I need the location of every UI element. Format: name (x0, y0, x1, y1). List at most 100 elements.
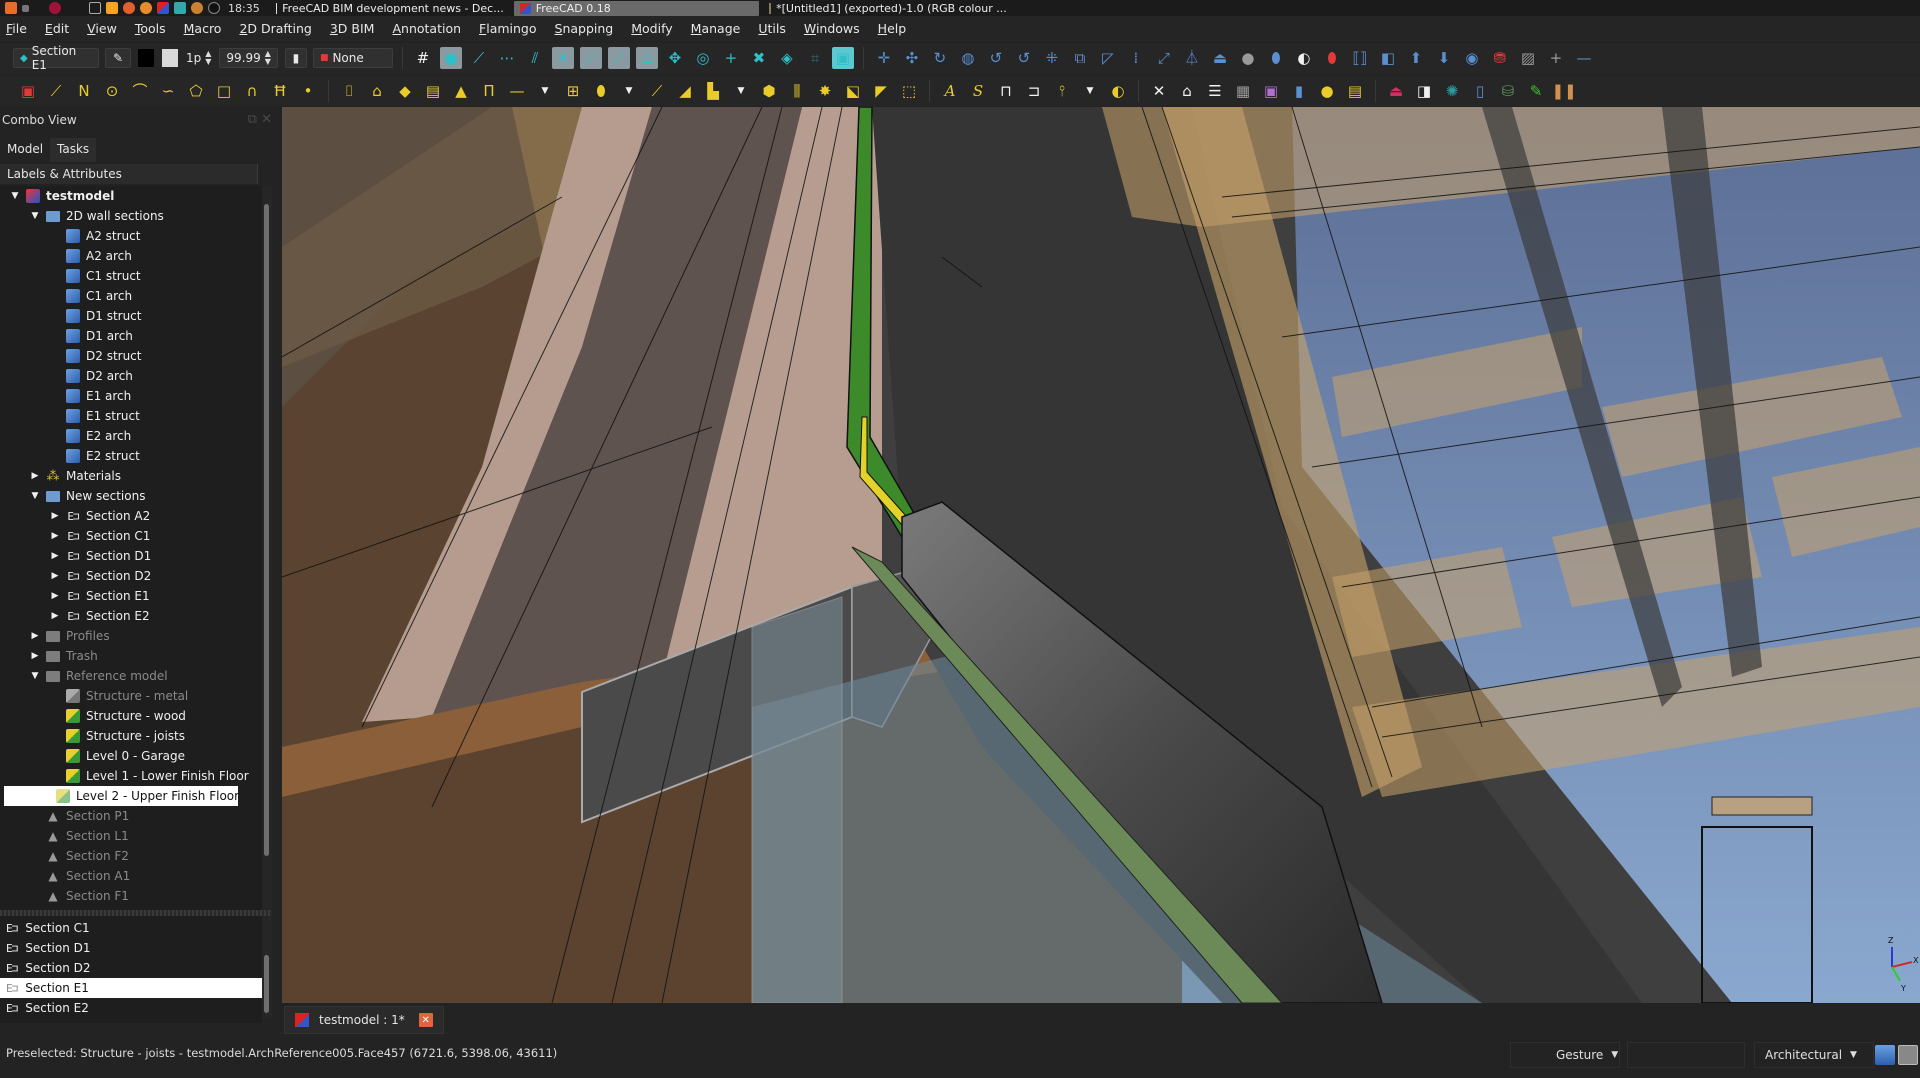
inkscape-icon[interactable] (174, 2, 186, 14)
snap-intersection-icon[interactable]: ✕ (551, 47, 574, 69)
snap-endpoint-icon[interactable]: ⟋ (468, 47, 490, 69)
snap-lock-icon[interactable]: ● (439, 47, 462, 69)
beam-icon[interactable]: — (506, 80, 528, 102)
tree-item[interactable]: ▶ E⊐ Section E1 (0, 586, 262, 606)
float-panel-icon[interactable]: ⧉ (248, 112, 257, 127)
bspline-icon[interactable]: ∽ (157, 80, 179, 102)
tree-item[interactable]: ▶ Trash (0, 646, 262, 666)
tree-item[interactable]: D2 arch (0, 366, 262, 386)
selection-list-item[interactable]: E⊐ Section C1 (0, 918, 262, 938)
tree-scrollbar-handle[interactable] (264, 204, 269, 856)
menu-help[interactable]: Help (878, 21, 907, 36)
tree-item[interactable]: Level 1 - Lower Finish Floor (0, 766, 262, 786)
tree-item[interactable]: Level 2 - Upper Finish Floor (4, 786, 239, 806)
section-icon[interactable]: ⌷ (338, 80, 360, 102)
text-icon[interactable]: A (939, 80, 961, 102)
toggle-grid-icon[interactable]: ▣ (831, 47, 854, 69)
expand-arrow-icon[interactable]: ▶ (30, 471, 40, 481)
tree-item[interactable]: A2 struct (0, 226, 262, 246)
expand-arrow-icon[interactable]: ▶ (50, 611, 60, 621)
restore-window-icon[interactable] (22, 4, 29, 12)
spin-arrows-icon[interactable]: ▲ ▼ (205, 50, 211, 66)
snap-parallel-icon[interactable]: ⫽ (524, 47, 546, 69)
draft-icon[interactable]: ▣ (17, 80, 39, 102)
expand-arrow-icon[interactable]: ▶ (50, 511, 60, 521)
tree-item[interactable]: Structure - joists (0, 726, 262, 746)
point-icon[interactable]: • (297, 80, 319, 102)
tree-item[interactable]: ▼ 2D wall sections (0, 206, 262, 226)
tree-item[interactable]: D1 arch (0, 326, 262, 346)
feet-icon[interactable]: ❚❚ (1551, 80, 1576, 102)
tree-item[interactable]: E2 struct (0, 446, 262, 466)
grid-icon[interactable]: # (412, 47, 434, 69)
pipe-icon[interactable]: ⬕ (842, 80, 864, 102)
line-color-swatch[interactable] (138, 49, 154, 67)
task-freecad[interactable]: FreeCAD 0.18 (513, 0, 759, 16)
menu-2d-drafting[interactable]: 2D Drafting (239, 21, 311, 36)
collapse-arrow-icon[interactable]: ▼ (30, 671, 40, 681)
menu-utils[interactable]: Utils (758, 21, 786, 36)
tree-item[interactable]: ▲ Section F2 (0, 846, 262, 866)
offset-icon[interactable]: ◍ (957, 47, 979, 69)
face-color-swatch[interactable] (162, 49, 178, 67)
survey-icon[interactable]: ◉ (1461, 47, 1483, 69)
selection-scrollbar-handle[interactable] (264, 955, 269, 1013)
stairs-icon[interactable]: ⟋ (646, 80, 668, 102)
minus-icon[interactable]: — (1573, 47, 1595, 69)
label-icon[interactable]: ⊐ (1023, 80, 1045, 102)
tree-item[interactable]: E1 struct (0, 406, 262, 426)
blender-icon[interactable] (140, 2, 152, 14)
snap-dimensions-icon[interactable]: ◈ (776, 47, 798, 69)
line-icon[interactable]: ⟋ (45, 80, 67, 102)
array-icon[interactable]: ⁞ (1125, 47, 1147, 69)
tree-item[interactable]: ▲ Section L1 (0, 826, 262, 846)
circle-icon[interactable]: ⊙ (101, 80, 123, 102)
schedule-icon[interactable]: ☰ (1204, 80, 1226, 102)
apply-style-button[interactable]: ▮ (284, 48, 307, 68)
stretch-icon[interactable]: ⏏ (1209, 47, 1231, 69)
selection-list-item[interactable]: E⊐ Section D1 (0, 938, 262, 958)
tree-item[interactable]: ▶ E⊐ Section A2 (0, 506, 262, 526)
mirror-icon[interactable]: ⏃ (1181, 47, 1203, 69)
upgrade-icon[interactable]: ⧉ (1069, 47, 1091, 69)
frame-icon[interactable]: ⬢ (758, 80, 780, 102)
selection-list-item[interactable]: E⊐ Section E2 (0, 998, 262, 1018)
navigation-style-button[interactable]: Gesture ▼ (1510, 1042, 1620, 1068)
shape2dview-icon[interactable]: ◐ (1293, 47, 1315, 69)
chevron-down-icon[interactable]: ▼ (534, 80, 556, 102)
report-view-icon[interactable] (1898, 1045, 1918, 1065)
cloud-icon[interactable]: ◤ (870, 80, 892, 102)
panel-icon[interactable]: ▙ (702, 80, 724, 102)
expand-arrow-icon[interactable]: ▶ (50, 571, 60, 581)
downgrade-icon[interactable]: ◸ (1097, 47, 1119, 69)
gimp-icon[interactable] (191, 2, 203, 14)
part-icon[interactable]: ✺ (1441, 80, 1463, 102)
tree-item[interactable]: D2 struct (0, 346, 262, 366)
expand-arrow-icon[interactable]: ▶ (50, 531, 60, 541)
menu-edit[interactable]: Edit (45, 21, 69, 36)
unit-schema-button[interactable]: Architectural ▼ (1754, 1042, 1874, 1068)
window-icon[interactable]: ⊞ (562, 80, 584, 102)
line-width-spinbox[interactable]: 1p ▲ ▼ (186, 50, 211, 66)
scale-icon[interactable]: ⬮ (1265, 47, 1287, 69)
tree-item[interactable]: Structure - metal (0, 686, 262, 706)
cylinder-icon[interactable]: ⛁ (1497, 80, 1519, 102)
sphere-icon[interactable]: ● (1316, 80, 1338, 102)
column-icon[interactable]: Π (478, 80, 500, 102)
snap-extension-icon[interactable]: ⟋ (579, 47, 602, 69)
tree-item[interactable]: ▶ E⊐ Section E2 (0, 606, 262, 626)
snap-center-icon[interactable]: ◎ (692, 47, 714, 69)
tree-item[interactable]: A2 arch (0, 246, 262, 266)
task-gimp[interactable]: *[Untitled1] (exported)-1.0 (RGB colour … (763, 1, 1013, 16)
polygon-icon[interactable]: ⬠ (185, 80, 207, 102)
tree-item[interactable]: ▶ ⁂ Materials (0, 466, 262, 486)
site-icon[interactable]: ▲ (450, 80, 472, 102)
menu-macro[interactable]: Macro (184, 21, 222, 36)
space-icon[interactable]: ⌂ (1176, 80, 1198, 102)
monitor-icon[interactable] (1875, 1045, 1895, 1065)
snap-ortho-icon[interactable]: + (720, 47, 742, 69)
tree-item[interactable]: ▶ E⊐ Section C1 (0, 526, 262, 546)
equipment-icon[interactable]: ⫼ (786, 80, 808, 102)
panel-splitter[interactable] (0, 910, 272, 916)
chevron-down-icon[interactable]: ▼ (1079, 80, 1101, 102)
